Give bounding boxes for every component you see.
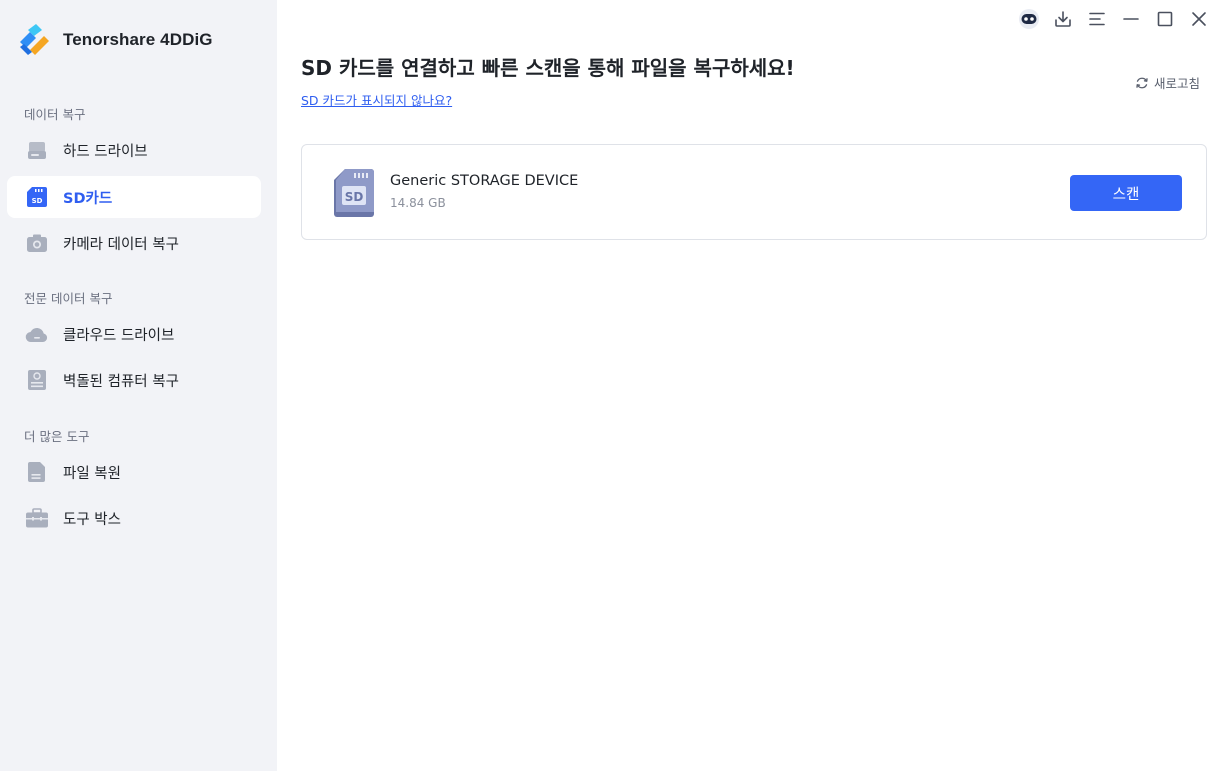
device-name: Generic STORAGE DEVICE [390, 173, 579, 189]
sidebar-item-cloud-drive[interactable]: 클라우드 드라이브 [7, 313, 261, 355]
sidebar-item-label: 카메라 데이터 복구 [63, 236, 179, 253]
app-logo-icon [20, 24, 49, 55]
svg-text:SD: SD [345, 190, 364, 204]
section-label-more-tools: 더 많은 도구 [24, 429, 90, 444]
sidebar-item-camera[interactable]: 카메라 데이터 복구 [7, 222, 261, 264]
brand: Tenorshare 4DDiG [16, 22, 213, 58]
app-name: Tenorshare 4DDiG [63, 30, 213, 49]
sidebar-item-label: 클라우드 드라이브 [63, 327, 175, 344]
sidebar: Tenorshare 4DDiG 데이터 복구 하드 드라이브 SD SD카드 [0, 0, 277, 771]
device-card[interactable]: SD Generic STORAGE DEVICE 14.84 GB 스캔 [301, 144, 1207, 240]
sidebar-item-toolbox[interactable]: 도구 박스 [7, 497, 261, 539]
sidebar-item-label: 도구 박스 [63, 511, 121, 528]
toolbox-icon [25, 506, 49, 530]
sd-not-shown-help-link[interactable]: SD 카드가 표시되지 않나요? [301, 90, 452, 109]
sidebar-item-crashed-computer[interactable]: 벽돌된 컴퓨터 복구 [7, 359, 261, 401]
refresh-icon [1136, 77, 1148, 88]
hard-drive-icon [25, 138, 49, 162]
sd-card-icon: SD [25, 185, 49, 209]
file-icon [25, 460, 49, 484]
device-size: 14.84 GB [390, 196, 446, 210]
sidebar-item-label: SD카드 [63, 190, 113, 207]
section-label-data-recovery: 데이터 복구 [24, 107, 86, 122]
page-title: SD 카드를 연결하고 빠른 스캔을 통해 파일을 복구하세요! [301, 56, 795, 80]
cloud-icon [25, 322, 49, 346]
refresh-label: 새로고침 [1153, 76, 1200, 91]
sd-card-device-icon: SD [334, 169, 374, 217]
scan-button[interactable]: 스캔 [1070, 175, 1182, 211]
sidebar-item-label: 벽돌된 컴퓨터 복구 [63, 373, 179, 390]
sidebar-item-label: 하드 드라이브 [63, 143, 148, 160]
section-label-pro-recovery: 전문 데이터 복구 [24, 291, 113, 306]
svg-text:SD: SD [32, 197, 43, 205]
main-content: SD 카드를 연결하고 빠른 스캔을 통해 파일을 복구하세요! SD 카드가 … [277, 0, 1224, 771]
refresh-button[interactable]: 새로고침 [1135, 73, 1200, 92]
sidebar-item-label: 파일 복원 [63, 465, 121, 482]
sidebar-item-file-repair[interactable]: 파일 복원 [7, 451, 261, 493]
sidebar-item-hard-drive[interactable]: 하드 드라이브 [7, 129, 261, 171]
sidebar-item-sd-card[interactable]: SD SD카드 [7, 176, 261, 218]
camera-icon [25, 231, 49, 255]
crashed-computer-icon [25, 368, 49, 392]
